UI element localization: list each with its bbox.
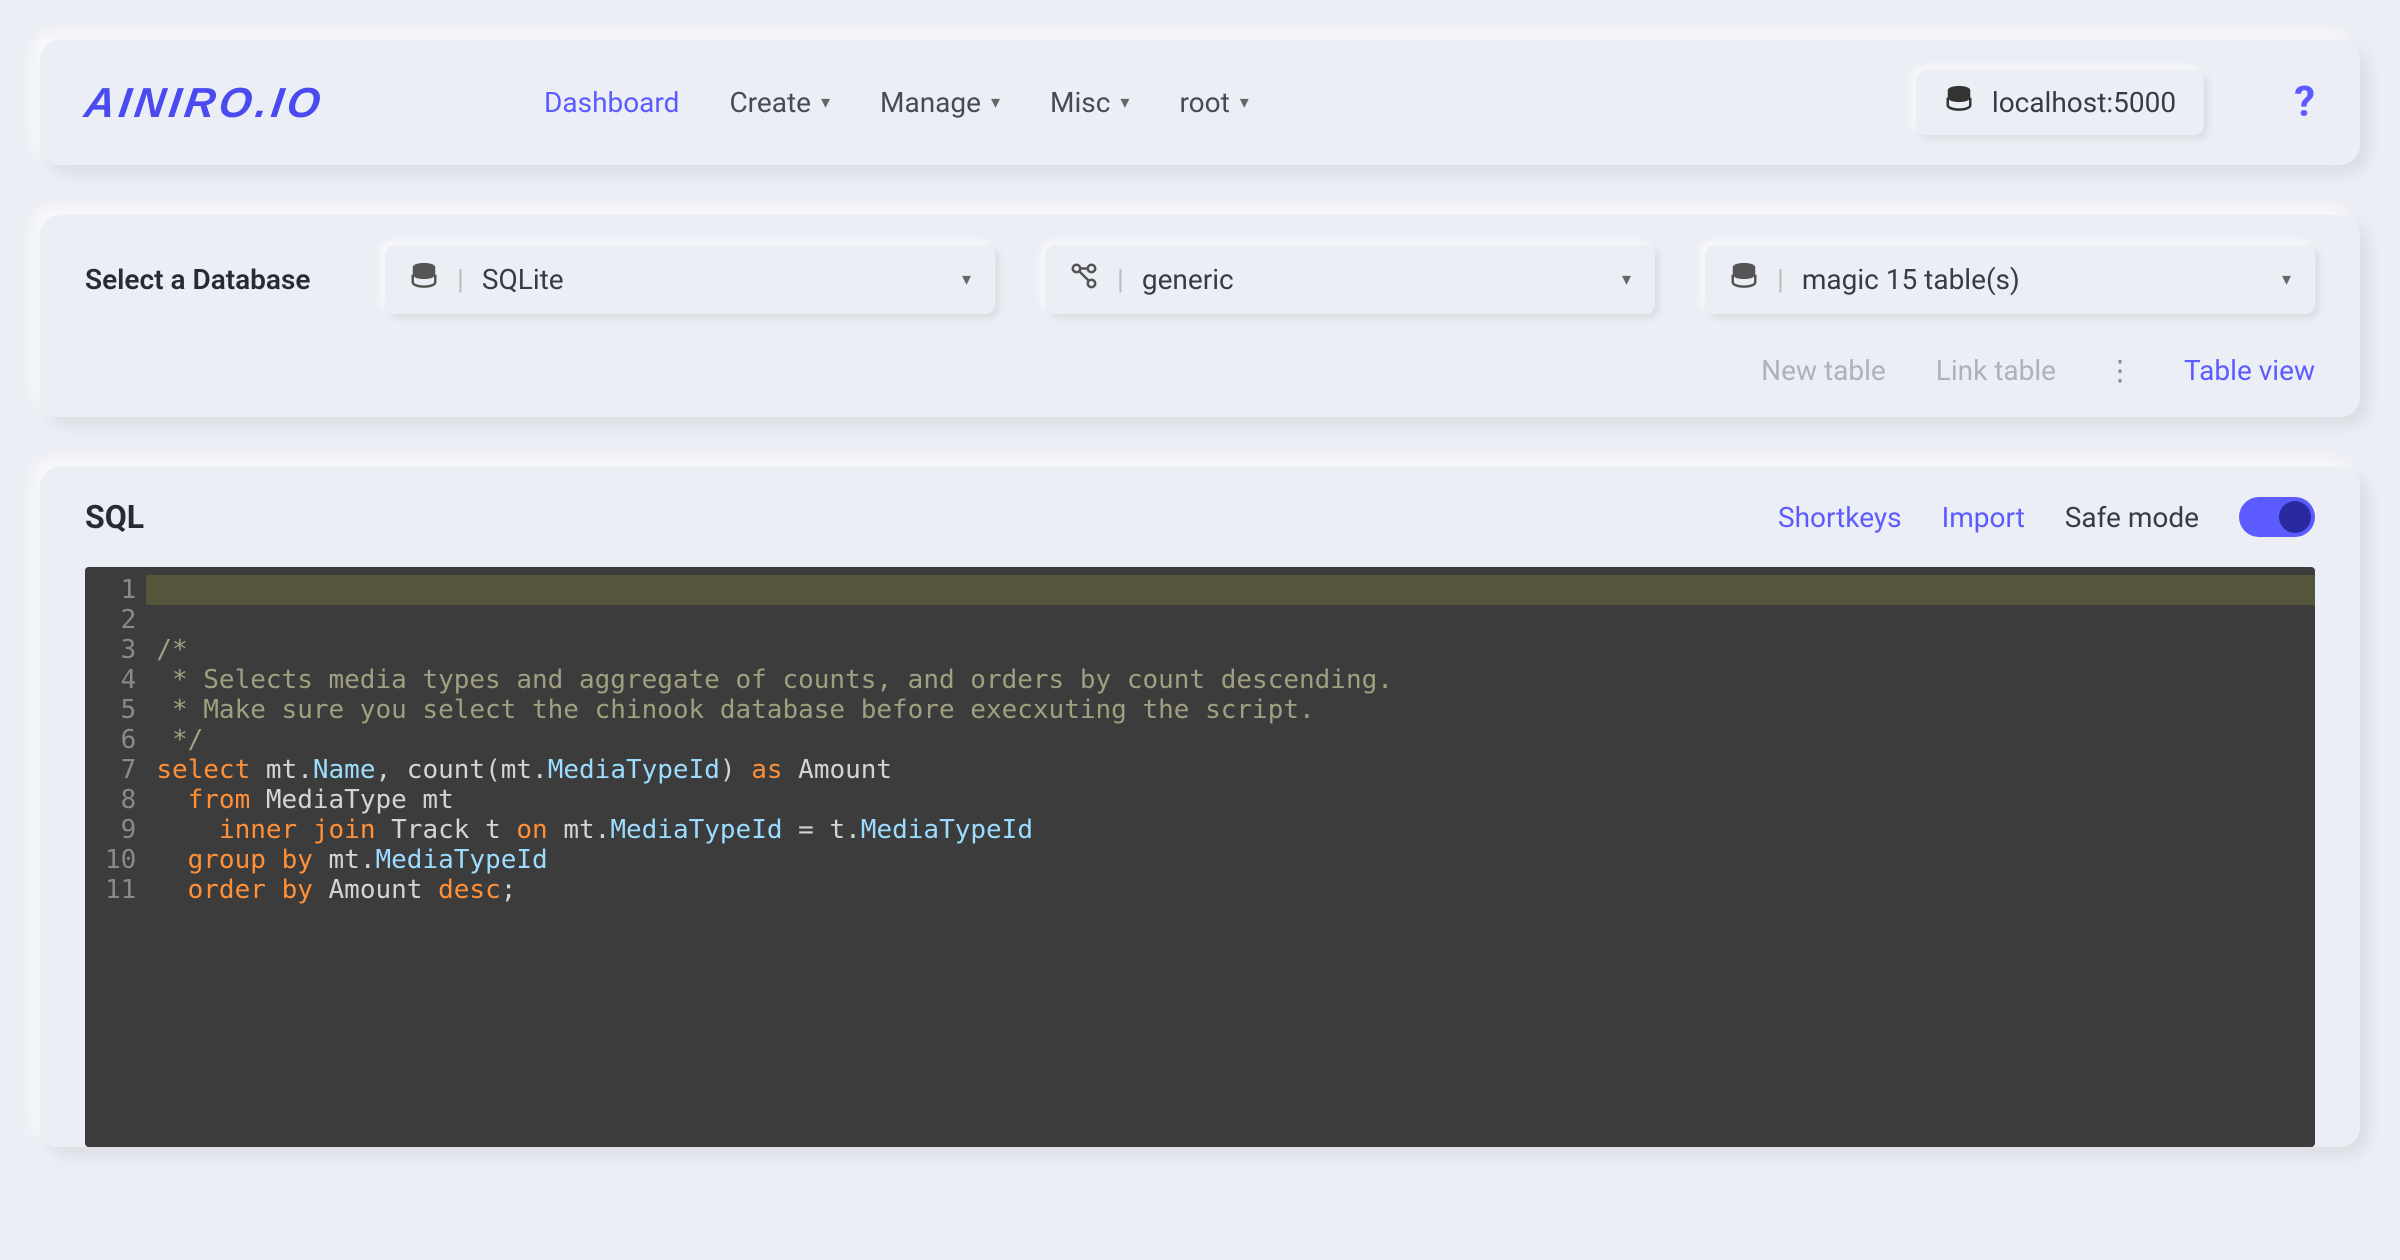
line-gutter: 1 2 3 4 5 6 7 8 9 10 11 bbox=[85, 567, 146, 1147]
help-icon[interactable]: ? bbox=[2294, 78, 2315, 127]
more-menu-icon[interactable]: ⋮ bbox=[2106, 354, 2134, 387]
nav-root-label: root bbox=[1179, 86, 1229, 119]
link-table-button[interactable]: Link table bbox=[1936, 354, 2056, 387]
db-select-label: Select a Database bbox=[85, 263, 335, 296]
separator: | bbox=[457, 263, 464, 296]
tables-select[interactable]: | magic 15 table(s) ▾ bbox=[1705, 245, 2315, 314]
table-actions: New table Link table ⋮ Table view bbox=[85, 354, 2315, 387]
engine-value: SQLite bbox=[482, 263, 944, 296]
safe-mode-label: Safe mode bbox=[2065, 501, 2199, 534]
import-link[interactable]: Import bbox=[1942, 501, 2025, 534]
database-icon bbox=[1944, 84, 1974, 121]
connection-value: generic bbox=[1142, 263, 1604, 296]
separator: | bbox=[1117, 263, 1124, 296]
nav-misc[interactable]: Misc ▾ bbox=[1050, 86, 1129, 119]
graph-icon bbox=[1069, 261, 1099, 298]
nav-manage-label: Manage bbox=[880, 86, 981, 119]
nav-dashboard-label: Dashboard bbox=[544, 86, 679, 119]
chevron-down-icon: ▾ bbox=[962, 269, 971, 290]
database-panel: Select a Database | SQLite ▾ | generic ▾… bbox=[40, 215, 2360, 417]
database-icon bbox=[1729, 261, 1759, 298]
separator: | bbox=[1777, 263, 1784, 296]
nav-create-label: Create bbox=[729, 86, 811, 119]
host-chip[interactable]: localhost:5000 bbox=[1916, 70, 2204, 135]
engine-select[interactable]: | SQLite ▾ bbox=[385, 245, 995, 314]
tables-value: magic 15 table(s) bbox=[1802, 263, 2264, 296]
chevron-down-icon: ▾ bbox=[991, 92, 1000, 113]
safe-mode-toggle[interactable] bbox=[2239, 497, 2315, 537]
header-bar: AINIRO.IO Dashboard Create ▾ Manage ▾ Misc… bbox=[40, 40, 2360, 165]
sql-title: SQL bbox=[85, 498, 1738, 536]
nav-root[interactable]: root ▾ bbox=[1179, 86, 1248, 119]
connection-select[interactable]: | generic ▾ bbox=[1045, 245, 1655, 314]
chevron-down-icon: ▾ bbox=[1120, 92, 1129, 113]
main-nav: Dashboard Create ▾ Manage ▾ Misc ▾ root ▾ bbox=[544, 86, 1876, 119]
table-view-button[interactable]: Table view bbox=[2184, 354, 2315, 387]
chevron-down-icon: ▾ bbox=[821, 92, 830, 113]
new-table-button[interactable]: New table bbox=[1761, 354, 1886, 387]
logo: AINIRO.IO bbox=[82, 79, 328, 127]
nav-manage[interactable]: Manage ▾ bbox=[880, 86, 1000, 119]
chevron-down-icon: ▾ bbox=[2282, 269, 2291, 290]
database-icon bbox=[409, 261, 439, 298]
sql-panel: SQL Shortkeys Import Safe mode 1 2 3 4 5… bbox=[40, 467, 2360, 1147]
nav-create[interactable]: Create ▾ bbox=[729, 86, 830, 119]
host-label: localhost:5000 bbox=[1992, 86, 2176, 119]
chevron-down-icon: ▾ bbox=[1240, 92, 1249, 113]
nav-misc-label: Misc bbox=[1050, 86, 1110, 119]
nav-dashboard[interactable]: Dashboard bbox=[544, 86, 679, 119]
sql-editor[interactable]: 1 2 3 4 5 6 7 8 9 10 11 /* * Selects med… bbox=[85, 567, 2315, 1147]
chevron-down-icon: ▾ bbox=[1622, 269, 1631, 290]
code-area[interactable]: /* * Selects media types and aggregate o… bbox=[146, 567, 2315, 1147]
shortkeys-link[interactable]: Shortkeys bbox=[1778, 501, 1902, 534]
